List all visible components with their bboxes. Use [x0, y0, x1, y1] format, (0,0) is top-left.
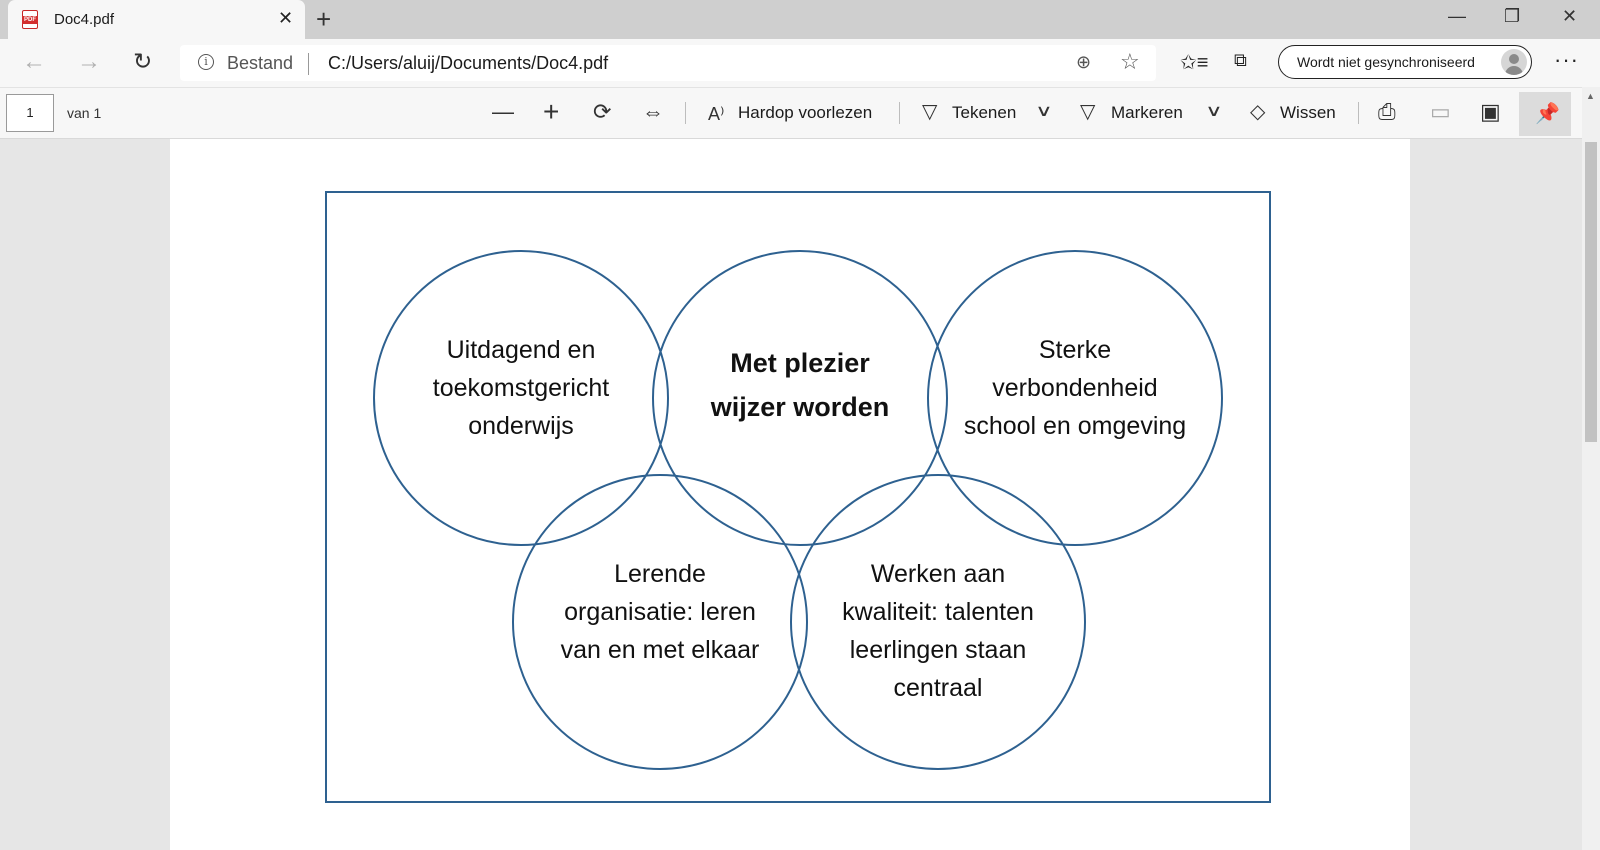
rotate-icon[interactable]: ⟳ — [593, 100, 611, 124]
add-favorite-icon[interactable]: ☆ — [1120, 49, 1140, 75]
new-tab-button[interactable]: + — [316, 4, 331, 35]
forward-icon[interactable]: → — [77, 48, 101, 76]
save-icon[interactable]: ▭ — [1430, 100, 1451, 124]
diagram-frame — [325, 191, 1271, 803]
refresh-icon[interactable]: ↻ — [133, 48, 152, 75]
restore-icon[interactable]: ❐ — [1504, 6, 1520, 27]
eraser-icon[interactable]: ◇ — [1250, 100, 1265, 124]
pdf-file-icon — [22, 10, 38, 29]
tab-doc4[interactable]: Doc4.pdf ✕ — [8, 0, 305, 39]
read-aloud-icon[interactable]: A⁾ — [708, 102, 724, 126]
circle-label-line: Met plezier — [730, 348, 870, 378]
chevron-down-icon[interactable]: ∨ — [1205, 101, 1223, 121]
collections-icon[interactable]: ⧉ — [1234, 50, 1247, 71]
toolbar-divider — [899, 102, 900, 124]
tab-bar: Doc4.pdf ✕ + — ❐ ✕ — [0, 0, 1600, 39]
more-menu-icon[interactable]: ··· — [1554, 47, 1579, 73]
draw-button[interactable]: Tekenen — [952, 103, 1016, 123]
info-icon[interactable]: i — [198, 54, 214, 70]
highlight-button[interactable]: Markeren — [1111, 103, 1183, 123]
circle-label-line: leerlingen staan — [850, 636, 1027, 664]
address-bar[interactable]: i Bestand C:/Users/aluij/Documents/Doc4.… — [180, 45, 1156, 81]
toolbar-divider — [1358, 102, 1359, 124]
minimize-icon[interactable]: — — [1448, 6, 1466, 27]
circle-label-line: kwaliteit: talenten — [842, 598, 1034, 626]
tab-title: Doc4.pdf — [54, 11, 115, 28]
circle-label-line: Uitdagend en — [447, 336, 596, 364]
fit-page-icon[interactable]: ⇔ — [642, 100, 664, 124]
read-aloud-button[interactable]: Hardop voorlezen — [738, 103, 872, 123]
circle-label-line: verbondenheid — [992, 374, 1157, 402]
toolbar-divider — [685, 102, 686, 124]
url-scheme: Bestand — [227, 53, 294, 73]
url-text[interactable]: C:/Users/aluij/Documents/Doc4.pdf — [328, 53, 608, 74]
highlighter-icon[interactable]: ▽ — [1080, 100, 1095, 124]
page-count-label: van 1 — [67, 105, 102, 121]
page-number-input[interactable]: 1 — [6, 94, 54, 132]
pin-toolbar-button[interactable]: 📌 — [1519, 92, 1571, 136]
print-icon[interactable]: ⎙ — [1378, 100, 1396, 124]
venn-diagram: Uitdagend en toekomstgericht onderwijs Met … — [325, 191, 1271, 803]
circle-label-line: onderwijs — [468, 412, 574, 440]
scrollbar-thumb[interactable] — [1585, 142, 1597, 442]
erase-button[interactable]: Wissen — [1280, 103, 1336, 123]
vertical-scrollbar[interactable]: ▲ — [1582, 87, 1600, 850]
window-close-icon[interactable]: ✕ — [1562, 6, 1577, 27]
zoom-icon[interactable]: ⊕ — [1076, 52, 1091, 73]
circle-label-line: Werken aan — [871, 560, 1005, 588]
chevron-down-icon[interactable]: ∨ — [1035, 101, 1053, 121]
circle-label-line: van en met elkaar — [561, 636, 760, 664]
sync-status-label: Wordt niet gesynchroniseerd — [1297, 54, 1475, 70]
scroll-up-arrow-icon[interactable]: ▲ — [1586, 91, 1595, 101]
circle-label-line: Lerende — [614, 560, 706, 588]
circle-label-line: Sterke — [1039, 336, 1111, 364]
save-as-icon[interactable]: ▣ — [1480, 100, 1501, 124]
pin-icon: 📌 — [1535, 103, 1560, 125]
circle-label-line: school en omgeving — [964, 412, 1186, 440]
pdf-toolbar: 1 van 1 — + ⟳ ⇔ A⁾ Hardop voorlezen ▽ Te… — [0, 87, 1600, 139]
zoom-in-icon[interactable]: + — [543, 98, 559, 126]
pdf-viewer[interactable]: Uitdagend en toekomstgericht onderwijs Met … — [0, 139, 1600, 850]
tab-close-icon[interactable]: ✕ — [278, 8, 293, 29]
zoom-out-icon[interactable]: — — [492, 100, 514, 124]
avatar — [1501, 49, 1527, 75]
circle-label-line: centraal — [894, 674, 983, 702]
back-icon[interactable]: ← — [22, 48, 46, 76]
url-divider — [308, 53, 309, 75]
circle-label-line: organisatie: leren — [564, 598, 756, 626]
circle-label-line: wijzer worden — [710, 392, 890, 422]
circle-label-line: toekomstgericht — [433, 374, 610, 402]
pdf-page: Uitdagend en toekomstgericht onderwijs Met … — [170, 139, 1410, 850]
draw-pen-icon[interactable]: ▽ — [922, 100, 937, 124]
favorites-icon[interactable]: ✩≡ — [1180, 50, 1208, 75]
profile-sync-button[interactable]: Wordt niet gesynchroniseerd — [1278, 45, 1532, 79]
navigation-bar: ← → ↻ i Bestand C:/Users/aluij/Documents… — [0, 39, 1600, 87]
